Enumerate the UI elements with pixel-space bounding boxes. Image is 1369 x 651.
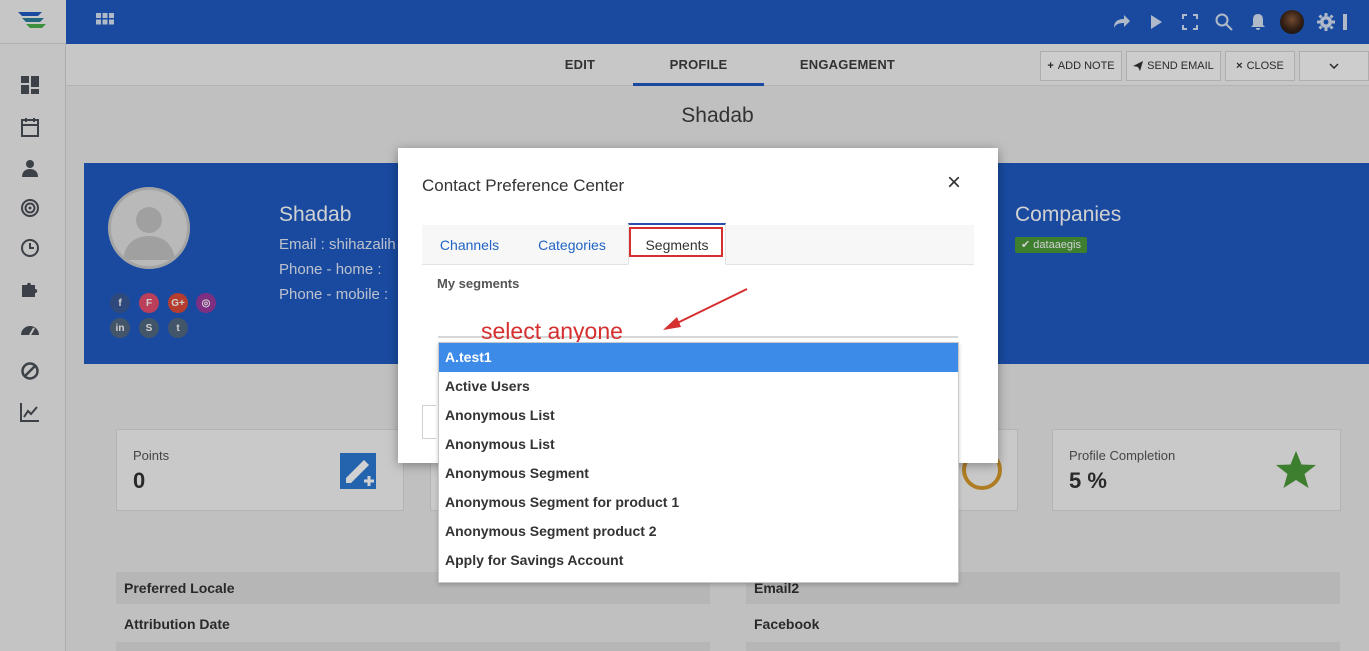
segment-option[interactable]: Anonymous Segment [439,459,958,488]
segment-option[interactable]: Anonymous Segment product 2 [439,517,958,546]
segments-highlight-box [629,227,723,257]
tab-categories[interactable]: Categories [522,225,622,265]
modal-close-icon[interactable]: × [947,171,961,195]
segment-option[interactable]: Anonymous Segment for product 1 [439,488,958,517]
segment-option[interactable]: Anonymous List [439,430,958,459]
segment-option[interactable]: A.test1 [439,343,958,372]
modal-title: Contact Preference Center [422,176,625,195]
segment-option[interactable]: Apply for Savings Account [439,546,958,575]
tab-channels[interactable]: Channels [422,225,517,265]
modal-footer-button[interactable] [422,405,436,439]
annotation-arrow-icon [663,288,748,330]
segments-dropdown: A.test1 Active Users Anonymous List Anon… [438,342,959,583]
annotation-text: select anyone [481,318,623,344]
my-segments-label: My segments [437,276,520,291]
segment-option[interactable]: Anonymous List [439,401,958,430]
segment-option[interactable]: Active Users [439,372,958,401]
